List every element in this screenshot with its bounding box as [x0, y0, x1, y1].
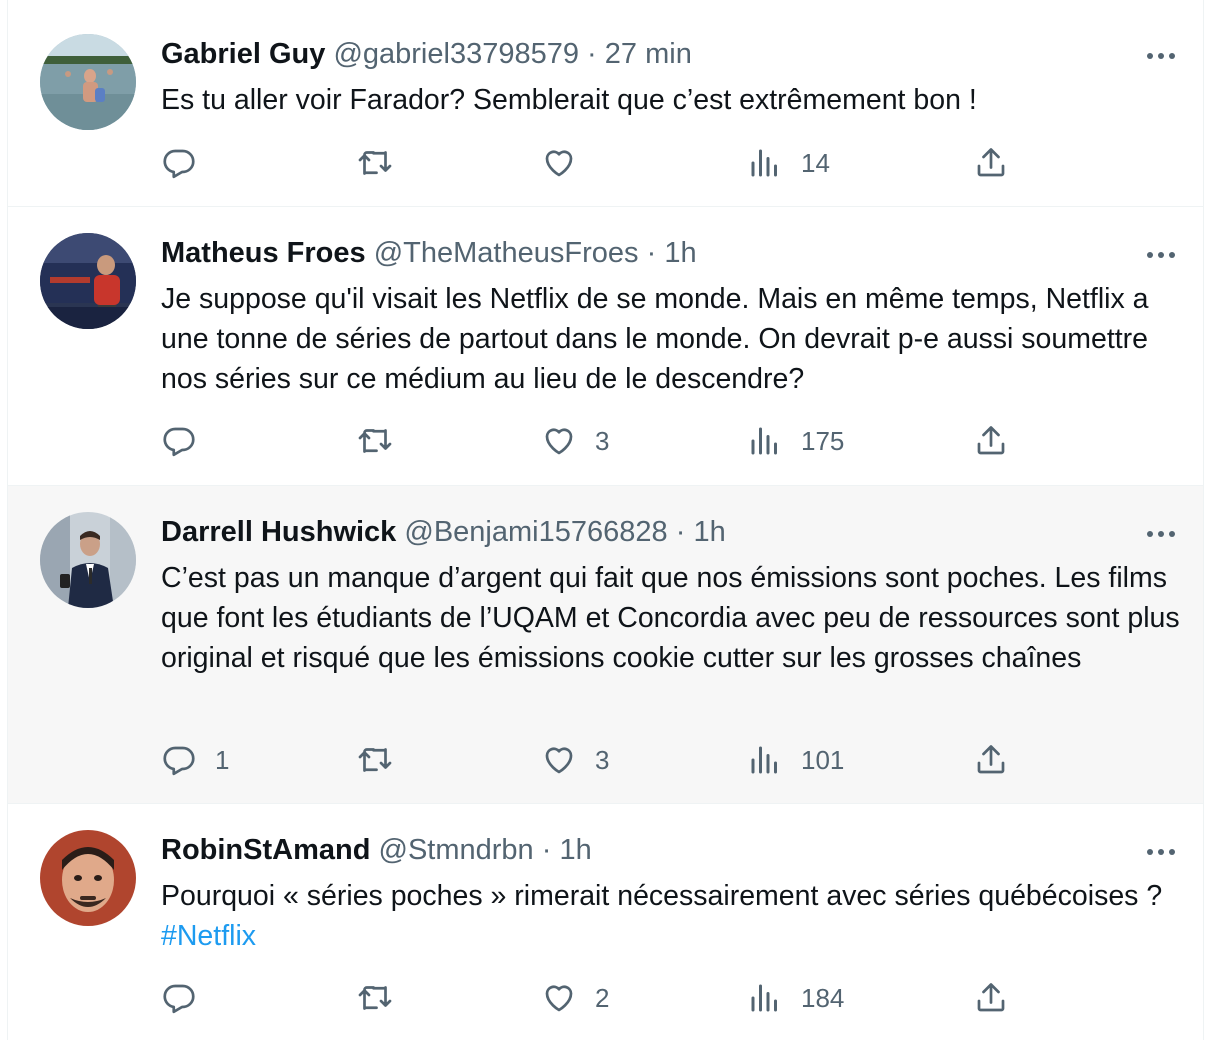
- share-icon: [977, 983, 1005, 1012]
- hashtag-link[interactable]: #Netflix: [161, 920, 256, 952]
- tweet-text: C’est pas un manque d’argent qui fait qu…: [161, 562, 1180, 674]
- view-count: 175: [801, 425, 845, 456]
- tweet[interactable]: RobinStAmand @Stmndrbn · 1h Pourquoi « s…: [8, 804, 1203, 1040]
- tweet-header: RobinStAmand @Stmndrbn · 1h: [161, 830, 592, 870]
- views-chart-icon: [751, 427, 777, 455]
- retweet-button[interactable]: [357, 143, 411, 183]
- like-button[interactable]: 3: [541, 740, 609, 780]
- like-button[interactable]: 2: [541, 978, 609, 1018]
- separator-dot: ·: [587, 38, 597, 70]
- retweet-icon: [358, 986, 392, 1010]
- author-name[interactable]: Matheus Froes: [161, 237, 366, 269]
- author-name[interactable]: RobinStAmand: [161, 834, 370, 866]
- avatar[interactable]: [40, 34, 136, 130]
- reply-timeline: Gabriel Guy @gabriel33798579 · 27 min Es…: [7, 0, 1204, 1040]
- author-handle[interactable]: @Stmndrbn: [379, 834, 534, 866]
- reply-icon: [163, 149, 195, 179]
- more-dots-icon[interactable]: [1141, 36, 1181, 76]
- tweet-header: Matheus Froes @TheMatheusFroes · 1h: [161, 233, 697, 273]
- retweet-button[interactable]: [357, 978, 411, 1018]
- reply-button[interactable]: [161, 978, 215, 1018]
- timestamp[interactable]: 1h: [693, 516, 725, 548]
- view-count: 14: [801, 147, 830, 178]
- tweet-text: Pourquoi « séries poches » rimerait néce…: [161, 876, 1186, 956]
- share-button[interactable]: [973, 421, 1009, 461]
- heart-icon: [545, 985, 573, 1012]
- timestamp[interactable]: 1h: [664, 237, 696, 269]
- like-count: 3: [595, 744, 610, 775]
- tweet[interactable]: Matheus Froes @TheMatheusFroes · 1h Je s…: [8, 207, 1203, 486]
- author-name[interactable]: Gabriel Guy: [161, 38, 325, 70]
- heart-icon: [545, 150, 573, 177]
- like-count: 3: [595, 425, 610, 456]
- share-button[interactable]: [973, 740, 1009, 780]
- tweet-header: Darrell Hushwick @Benjami15766828 · 1h: [161, 512, 726, 552]
- retweet-icon: [358, 151, 392, 175]
- avatar[interactable]: [40, 830, 136, 926]
- reply-count: 1: [215, 744, 230, 775]
- retweet-icon: [358, 429, 392, 453]
- timestamp[interactable]: 27 min: [605, 38, 692, 70]
- views-button[interactable]: 184: [747, 978, 844, 1018]
- tweet-text-body: Pourquoi « séries poches » rimerait néce…: [161, 880, 1163, 912]
- reply-icon: [163, 984, 195, 1014]
- reply-button[interactable]: [161, 143, 215, 183]
- author-name[interactable]: Darrell Hushwick: [161, 516, 396, 548]
- reply-icon: [163, 427, 195, 457]
- share-button[interactable]: [973, 143, 1009, 183]
- views-button[interactable]: 175: [747, 421, 844, 461]
- more-dots-icon[interactable]: [1141, 235, 1181, 275]
- author-handle[interactable]: @gabriel33798579: [333, 38, 579, 70]
- tweet-actions: 3 175: [161, 421, 1031, 461]
- share-button[interactable]: [973, 978, 1009, 1018]
- author-handle[interactable]: @TheMatheusFroes: [374, 237, 639, 269]
- share-icon: [977, 745, 1005, 774]
- like-button[interactable]: 3: [541, 421, 609, 461]
- views-chart-icon: [751, 746, 777, 774]
- separator-dot: ·: [675, 516, 686, 548]
- separator-dot: ·: [646, 237, 657, 269]
- timestamp[interactable]: 1h: [559, 834, 591, 866]
- tweet[interactable]: Darrell Hushwick @Benjami15766828 · 1h C…: [8, 486, 1203, 804]
- tweet-text: Je suppose qu'il visait les Netflix de s…: [161, 283, 1149, 395]
- share-icon: [977, 148, 1005, 177]
- tweet-text: Es tu aller voir Farador? Semblerait que…: [161, 84, 977, 116]
- like-button[interactable]: [541, 143, 595, 183]
- views-chart-icon: [751, 984, 777, 1012]
- tweet-header: Gabriel Guy @gabriel33798579 · 27 min: [161, 34, 692, 74]
- tweet[interactable]: Gabriel Guy @gabriel33798579 · 27 min Es…: [8, 8, 1203, 207]
- like-count: 2: [595, 982, 610, 1013]
- share-icon: [977, 426, 1005, 455]
- tweet-actions: 2 184: [161, 978, 1031, 1018]
- author-handle[interactable]: @Benjami15766828: [404, 516, 667, 548]
- retweet-icon: [358, 748, 392, 772]
- heart-icon: [545, 747, 573, 774]
- view-count: 184: [801, 982, 845, 1013]
- heart-icon: [545, 428, 573, 455]
- avatar[interactable]: [40, 233, 136, 329]
- reply-button[interactable]: 1: [161, 740, 229, 780]
- reply-icon: [163, 746, 195, 776]
- retweet-button[interactable]: [357, 421, 411, 461]
- more-dots-icon[interactable]: [1141, 832, 1181, 872]
- views-button[interactable]: 101: [747, 740, 844, 780]
- view-count: 101: [801, 744, 845, 775]
- reply-button[interactable]: [161, 421, 215, 461]
- avatar[interactable]: [40, 512, 136, 608]
- retweet-button[interactable]: [357, 740, 411, 780]
- tweet-actions: 14: [161, 143, 1031, 183]
- more-dots-icon[interactable]: [1141, 514, 1181, 554]
- tweet-actions: 1 3 101: [161, 740, 1031, 780]
- views-chart-icon: [751, 149, 777, 177]
- separator-dot: ·: [541, 834, 552, 866]
- views-button[interactable]: 14: [747, 143, 830, 183]
